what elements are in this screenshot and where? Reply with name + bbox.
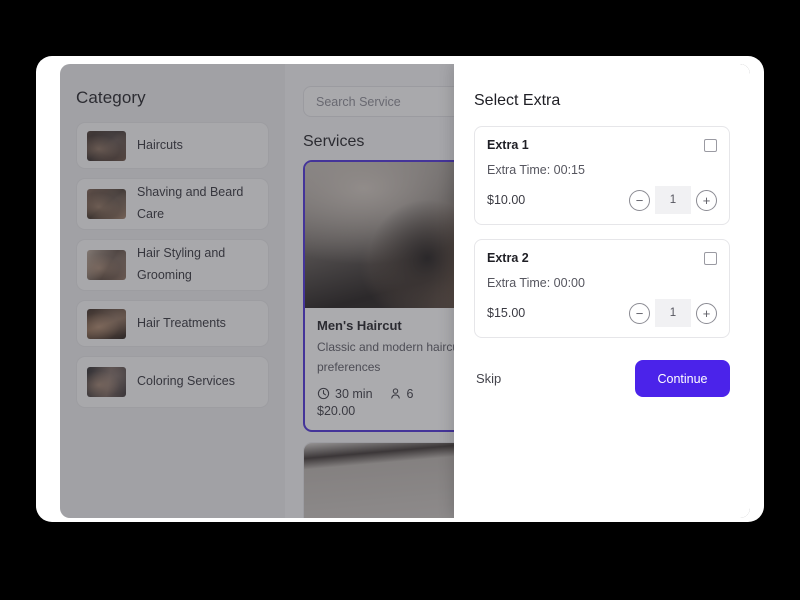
extra-time-label: Extra Time: 00:15 (487, 163, 585, 177)
extra-card-1: Extra 1 Extra Time: 00:15 $10.00 − 1 + (474, 126, 730, 225)
select-extra-panel: Select Extra Extra 1 Extra Time: 00:15 $… (454, 64, 750, 518)
extra-name: Extra 1 (487, 138, 529, 152)
increment-button[interactable]: + (696, 189, 717, 211)
decrement-button[interactable]: − (629, 189, 650, 211)
extra-name: Extra 2 (487, 251, 529, 265)
skip-button[interactable]: Skip (474, 367, 503, 390)
extra-card-header: Extra 2 (487, 251, 717, 265)
extra-time-label: Extra Time: 00:00 (487, 276, 585, 290)
quantity-stepper: − 1 + (629, 299, 717, 327)
extra-card-footer: $10.00 − 1 + (487, 186, 717, 214)
decrement-button[interactable]: − (629, 302, 650, 324)
extra-card-2: Extra 2 Extra Time: 00:00 $15.00 − 1 + (474, 239, 730, 338)
quantity-stepper: − 1 + (629, 186, 717, 214)
app-window-frame: Category Haircuts Shaving and Beard Care… (36, 56, 764, 522)
extra-card-footer: $15.00 − 1 + (487, 299, 717, 327)
panel-title: Select Extra (474, 92, 561, 109)
extra-price: $15.00 (487, 306, 526, 320)
extra-checkbox[interactable] (704, 252, 717, 265)
booking-app-container: Category Haircuts Shaving and Beard Care… (60, 64, 750, 518)
extra-price: $10.00 (487, 193, 526, 207)
continue-button[interactable]: Continue (635, 360, 730, 397)
increment-button[interactable]: + (696, 302, 717, 324)
quantity-value[interactable]: 1 (655, 186, 691, 214)
extra-checkbox[interactable] (704, 139, 717, 152)
quantity-value[interactable]: 1 (655, 299, 691, 327)
extra-card-header: Extra 1 (487, 138, 717, 152)
panel-actions: Skip Continue (474, 360, 730, 397)
